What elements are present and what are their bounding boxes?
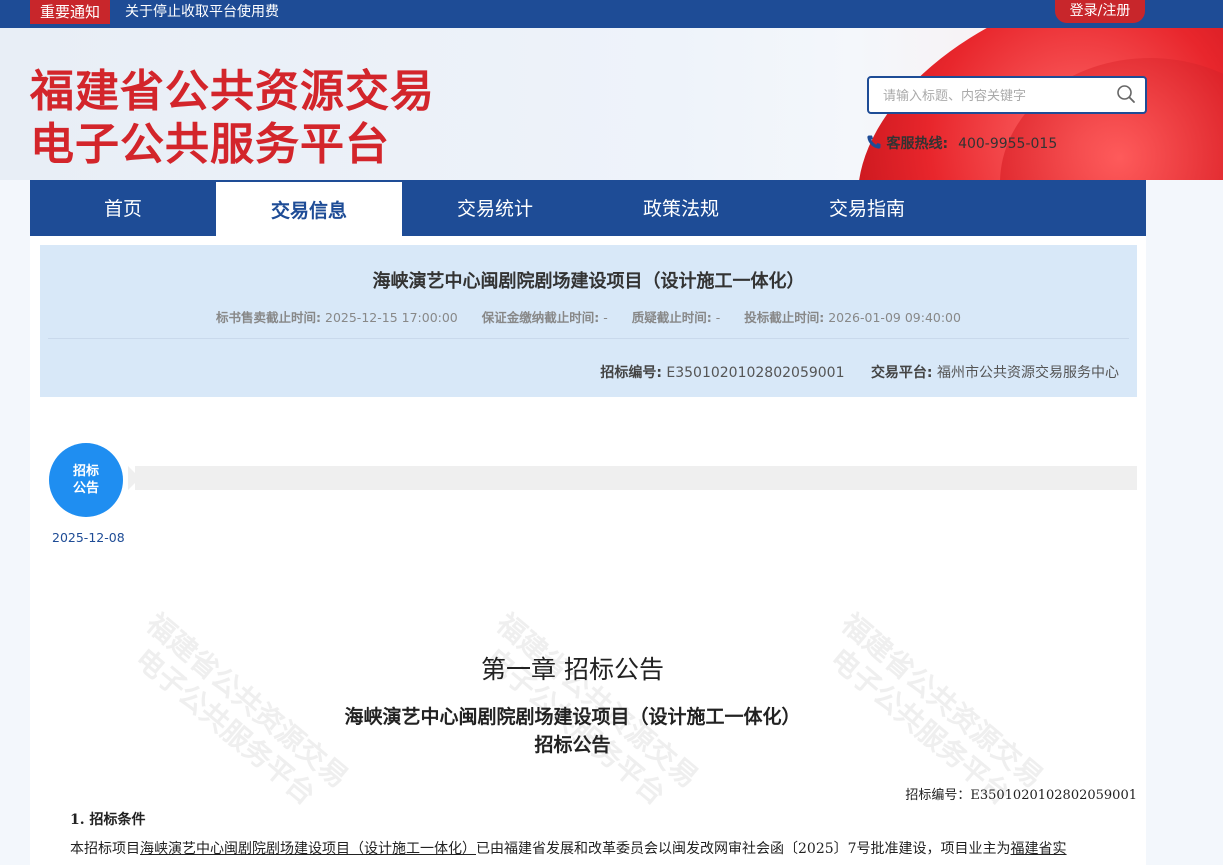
project-deadlines: 标书售卖截止时间: 2025-12-15 17:00:00 保证金缴纳截止时间:… <box>40 307 1137 326</box>
document-title: 海峡演艺中心闽剧院剧场建设项目（设计施工一体化） <box>344 706 801 728</box>
phone-icon <box>867 135 881 149</box>
document-chapter: 第一章 招标公告 <box>481 655 664 684</box>
document-subtitle: 招标公告 <box>534 734 611 756</box>
hotline-label: 客服热线: <box>886 136 949 152</box>
meta-value: 2025-12-15 17:00:00 <box>325 310 458 325</box>
meta-value: - <box>715 310 721 325</box>
search-input[interactable] <box>881 85 1105 107</box>
meta-value: - <box>603 310 608 325</box>
notice-tag: 重要通知 <box>30 0 111 24</box>
platform-label: 交易平台: <box>870 365 933 381</box>
document-code: 招标编号：E3501020102802059001 <box>905 788 1137 803</box>
search-box <box>867 76 1147 114</box>
login-register-button[interactable]: 登录/注册 <box>1055 0 1145 23</box>
card-divider <box>48 338 1129 339</box>
code-label: 招标编号: <box>600 365 662 381</box>
main-nav: 首页 交易信息 交易统计 政策法规 交易指南 <box>30 180 1146 236</box>
timeline-date: 2025-12-08 <box>52 530 125 545</box>
meta-label: 投标截止时间: <box>744 310 825 325</box>
timeline-bar <box>135 466 1137 490</box>
timeline-badge-tender-notice[interactable]: 招标 公告 <box>49 443 123 517</box>
nav-item-home[interactable]: 首页 <box>30 180 216 236</box>
meta-value: 2026-01-09 09:40:00 <box>828 310 961 325</box>
top-notice-bar: 重要通知 关于停止收取平台使用费 登录/注册 <box>0 0 1223 28</box>
customer-hotline: 客服热线: 400-9955-015 <box>866 133 1057 153</box>
hotline-number: 400-9955-015 <box>958 136 1058 152</box>
site-header: 福建省公共资源交易 电子公共服务平台 客服热线:400-9955-015 <box>0 28 1223 180</box>
meta-label: 质疑截止时间: <box>631 310 712 325</box>
meta-label: 保证金缴纳截止时间: <box>481 310 600 325</box>
nav-item-trade-stats[interactable]: 交易统计 <box>402 180 588 236</box>
nav-item-trade-info[interactable]: 交易信息 <box>216 182 402 236</box>
code-value: E3501020102802059001 <box>666 365 845 381</box>
project-info-card: 海峡演艺中心闽剧院剧场建设项目（设计施工一体化） 标书售卖截止时间: 2025-… <box>40 245 1137 397</box>
project-code-platform: 招标编号: E3501020102802059001 交易平台: 福州市公共资源… <box>600 362 1119 382</box>
meta-label: 标书售卖截止时间: <box>216 310 322 325</box>
notice-link[interactable]: 关于停止收取平台使用费 <box>125 0 279 24</box>
body-paragraph: 本招标项目海峡演艺中心闽剧院剧场建设项目（设计施工一体化）已由福建省发展和改革委… <box>70 841 1067 857</box>
nav-item-guide[interactable]: 交易指南 <box>774 180 960 236</box>
badge-line1: 招标 <box>72 464 99 479</box>
site-logo-line2[interactable]: 电子公共服务平台 <box>30 108 390 172</box>
section-heading: 1. 招标条件 <box>70 812 146 828</box>
search-icon[interactable] <box>1116 84 1136 104</box>
platform-value: 福州市公共资源交易服务中心 <box>937 365 1119 381</box>
nav-item-policy[interactable]: 政策法规 <box>588 180 774 236</box>
project-title: 海峡演艺中心闽剧院剧场建设项目（设计施工一体化） <box>372 271 805 292</box>
badge-line2: 公告 <box>72 481 99 496</box>
